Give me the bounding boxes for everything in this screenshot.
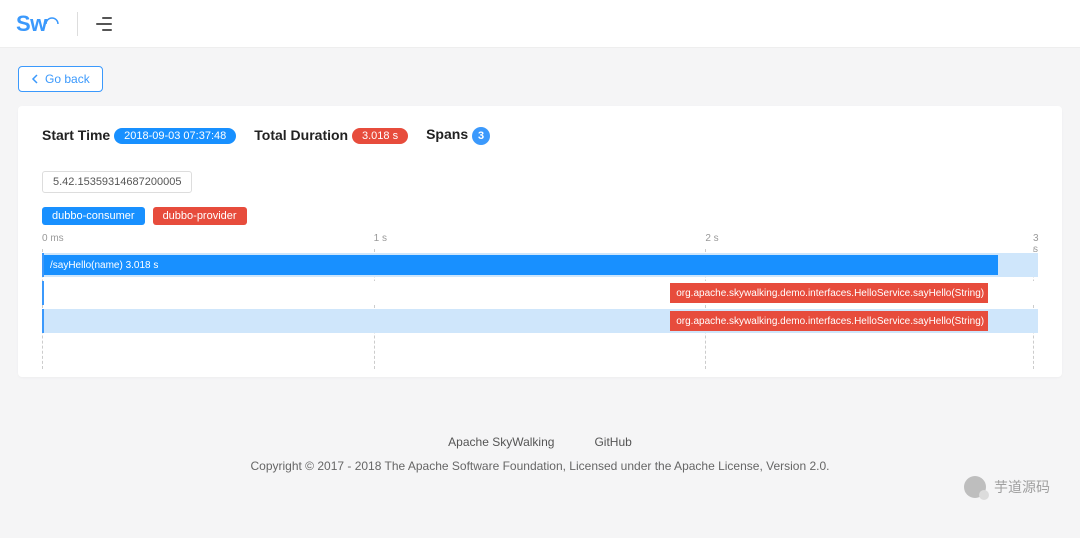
duration-badge: 3.018 s xyxy=(352,128,408,144)
span-bar[interactable]: /sayHello(name) 3.018 s xyxy=(44,255,998,275)
duration-group: Total Duration 3.018 s xyxy=(254,127,408,144)
apps-legend: dubbo-consumer dubbo-provider xyxy=(42,207,1038,225)
go-back-button[interactable]: Go back xyxy=(18,66,103,92)
footer-link-skywalking[interactable]: Apache SkyWalking xyxy=(448,435,554,449)
span-bar[interactable]: org.apache.skywalking.demo.interfaces.He… xyxy=(670,311,988,331)
start-time-label: Start Time xyxy=(42,127,110,143)
topbar: Sw xyxy=(0,0,1080,48)
time-axis: 0 ms1 s2 s3 s xyxy=(42,233,1038,249)
watermark: 芋道源码 xyxy=(964,476,1050,498)
go-back-label: Go back xyxy=(45,72,90,86)
logo-text: Sw xyxy=(16,11,47,37)
duration-label: Total Duration xyxy=(254,127,348,143)
chevron-left-icon xyxy=(31,74,39,84)
footer-copyright: Copyright © 2017 - 2018 The Apache Softw… xyxy=(0,459,1080,473)
watermark-text: 芋道源码 xyxy=(994,477,1050,497)
time-tick: 1 s xyxy=(374,233,387,244)
start-time-badge: 2018-09-03 07:37:48 xyxy=(114,128,236,144)
menu-toggle-icon[interactable] xyxy=(96,17,112,31)
trace-id-row: 5.42.15359314687200005 xyxy=(42,171,1038,193)
page-content: Go back Start Time 2018-09-03 07:37:48 T… xyxy=(0,48,1080,395)
spans-label: Spans xyxy=(426,126,468,142)
time-tick: 2 s xyxy=(705,233,718,244)
span-row[interactable]: /sayHello(name) 3.018 s xyxy=(42,253,1038,277)
spans-group: Spans 3 xyxy=(426,126,490,145)
trace-id[interactable]: 5.42.15359314687200005 xyxy=(42,171,192,193)
start-time-group: Start Time 2018-09-03 07:37:48 xyxy=(42,127,236,144)
spans-count-badge: 3 xyxy=(472,127,490,145)
wechat-icon xyxy=(964,476,986,498)
trace-card: Start Time 2018-09-03 07:37:48 Total Dur… xyxy=(18,106,1062,377)
footer: Apache SkyWalking GitHub Copyright © 201… xyxy=(0,395,1080,501)
trace-summary: Start Time 2018-09-03 07:37:48 Total Dur… xyxy=(42,126,1038,145)
span-row[interactable]: org.apache.skywalking.demo.interfaces.He… xyxy=(42,281,1038,305)
logo: Sw xyxy=(16,11,59,37)
spans-container: /sayHello(name) 3.018 s org.apache.skywal… xyxy=(42,253,1038,333)
app-badge[interactable]: dubbo-consumer xyxy=(42,207,145,225)
span-row[interactable]: org.apache.skywalking.demo.interfaces.He… xyxy=(42,309,1038,333)
footer-links: Apache SkyWalking GitHub xyxy=(0,435,1080,449)
time-tick: 0 ms xyxy=(42,233,64,244)
span-bar[interactable]: org.apache.skywalking.demo.interfaces.He… xyxy=(670,283,988,303)
divider xyxy=(77,12,78,36)
logo-swoosh-icon xyxy=(45,17,59,31)
footer-link-github[interactable]: GitHub xyxy=(594,435,631,449)
timeline: 0 ms1 s2 s3 s /sayHello(name) 3.018 sorg… xyxy=(42,233,1038,333)
app-badge[interactable]: dubbo-provider xyxy=(153,207,247,225)
